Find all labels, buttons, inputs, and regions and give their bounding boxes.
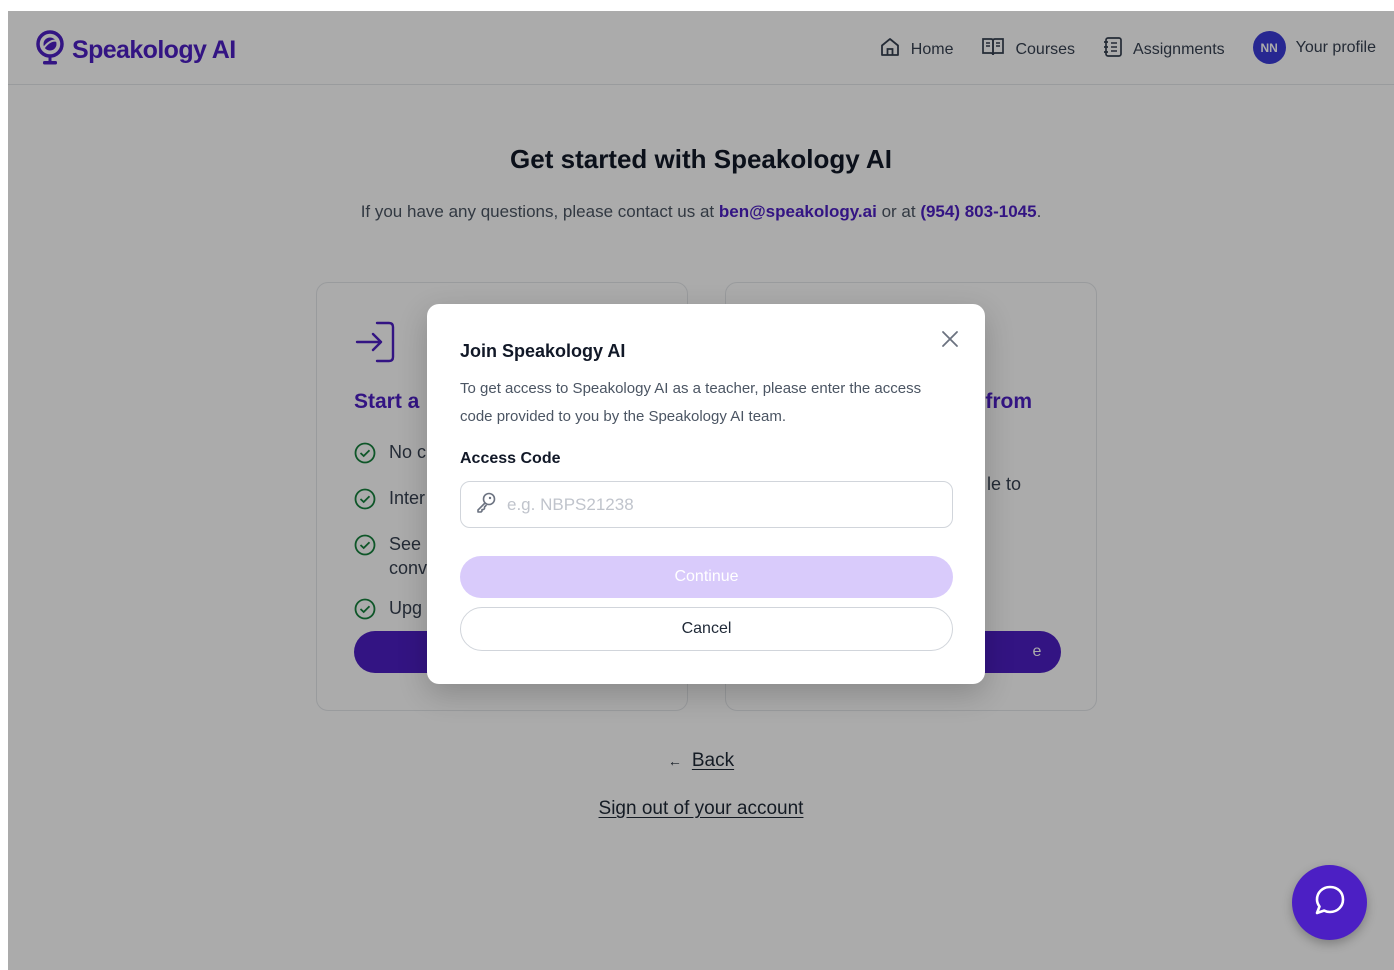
access-code-label: Access Code [460,450,561,467]
access-code-input[interactable] [507,494,947,515]
dialog-title: Join Speakology AI [460,341,626,361]
dialog-description: To get access to Speakology AI as a teac… [460,380,922,425]
join-dialog: Join Speakology AI To get access to Spea… [427,304,985,684]
app-frame: Speakology AI Home Courses Assignments N… [8,11,1394,970]
access-code-field[interactable] [460,481,953,528]
close-icon[interactable] [941,330,959,348]
continue-button[interactable]: Continue [460,556,953,598]
chat-button[interactable] [1292,865,1367,940]
chat-bubble-icon [1312,882,1348,923]
key-icon [475,491,497,518]
cancel-button[interactable]: Cancel [460,607,953,651]
